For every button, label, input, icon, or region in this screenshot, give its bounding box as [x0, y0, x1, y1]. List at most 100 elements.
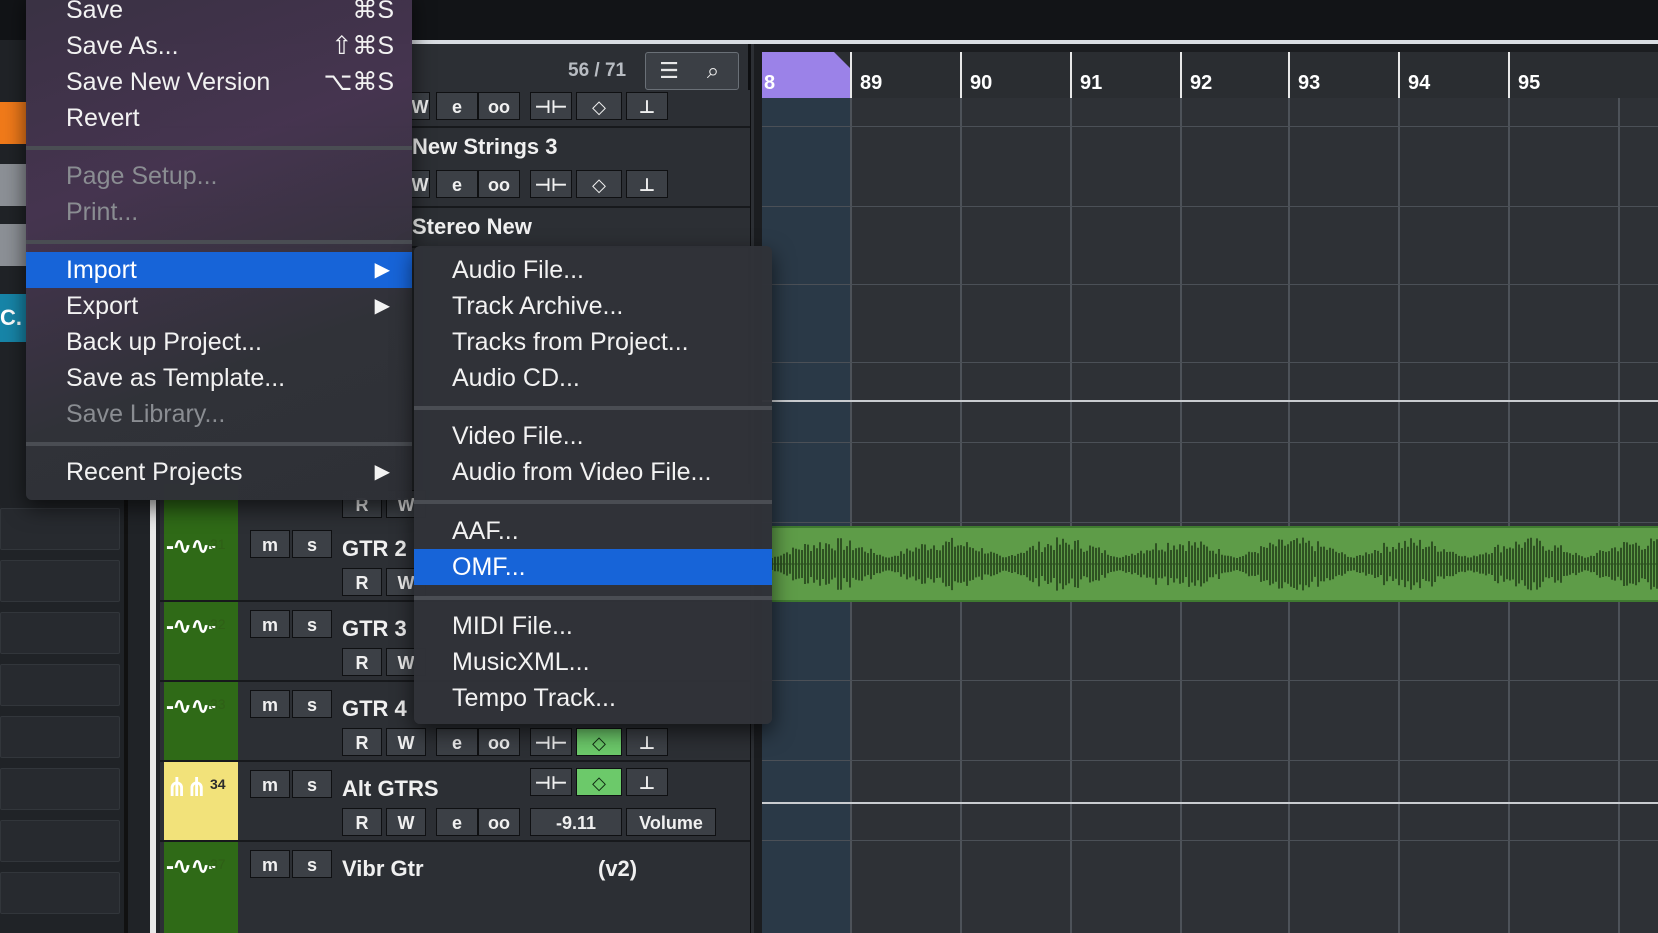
automation-next-icon[interactable]: ⊥	[626, 92, 668, 120]
track-name[interactable]: Alt GTRS	[342, 776, 439, 802]
track-number: 32	[210, 616, 226, 632]
read-button[interactable]: R	[342, 568, 382, 596]
mute-button[interactable]: m	[250, 690, 290, 718]
read-button[interactable]: R	[342, 728, 382, 756]
track-name[interactable]: GTR 2	[342, 536, 407, 562]
menu-item-omf[interactable]: OMF...	[414, 549, 772, 585]
submenu-arrow-icon: ▶	[374, 259, 390, 281]
menu-item-track-archive[interactable]: Track Archive...	[414, 288, 772, 324]
inspector-slot[interactable]	[0, 768, 120, 810]
inspector-slot[interactable]	[0, 612, 120, 654]
inspector-slot[interactable]	[0, 820, 120, 862]
menu-item-musicxml[interactable]: MusicXML...	[414, 644, 772, 680]
track-row[interactable]: -∿∿- 37 m s Vibr Gtr (v2)	[160, 842, 750, 933]
menu-item-audio-from-video-file[interactable]: Audio from Video File...	[414, 454, 772, 490]
menu-item-shortcut: ⌥⌘S	[323, 68, 394, 96]
mute-button[interactable]: m	[250, 530, 290, 558]
audio-event[interactable]	[772, 526, 1658, 602]
link-button[interactable]: oo	[478, 170, 520, 198]
automation-prev-icon[interactable]: ⊣⊢	[530, 92, 572, 120]
track-name[interactable]: GTR 3	[342, 616, 407, 642]
inspector-slot[interactable]	[0, 872, 120, 914]
solo-button[interactable]: s	[292, 610, 332, 638]
mute-button[interactable]: m	[250, 850, 290, 878]
menu-item-label: Export	[66, 292, 139, 320]
automation-value[interactable]: -9.11	[530, 808, 622, 836]
link-button[interactable]: oo	[478, 808, 520, 836]
edit-button[interactable]: e	[436, 92, 478, 120]
menu-item-aaf[interactable]: AAF...	[414, 513, 772, 549]
left-locator[interactable]	[762, 52, 852, 98]
inspector-slot[interactable]	[0, 716, 120, 758]
automation-add-icon[interactable]: ◇	[576, 728, 622, 756]
inspector-channel-tab[interactable]: C.	[0, 294, 28, 342]
menu-item-recent-projects[interactable]: Recent Projects ▶	[26, 454, 412, 490]
track-name[interactable]: GTR 4	[342, 696, 407, 722]
bar-line	[1288, 98, 1290, 933]
menu-item-tracks-from-project[interactable]: Tracks from Project...	[414, 324, 772, 360]
inspector-gray-tab-2[interactable]	[0, 224, 28, 266]
automation-prev-icon[interactable]: ⊣⊢	[530, 728, 572, 756]
submenu-arrow-icon: ▶	[374, 295, 390, 317]
solo-button[interactable]: s	[292, 850, 332, 878]
write-button[interactable]: W	[410, 170, 430, 198]
automation-parameter[interactable]: Volume	[626, 808, 716, 836]
track-row-selected[interactable]: ⋔⋔ 34 m s Alt GTRS ⊣⊢ ◇ ⊥ R W e oo -9.11…	[160, 762, 750, 842]
inspector-orange-tab[interactable]	[0, 102, 28, 144]
inspector-gray-tab[interactable]	[0, 164, 28, 206]
menu-item-tempo-track[interactable]: Tempo Track...	[414, 680, 772, 716]
automation-prev-icon[interactable]: ⊣⊢	[530, 170, 572, 198]
track-name[interactable]: Stereo New	[412, 214, 532, 240]
menu-item-video-file[interactable]: Video File...	[414, 418, 772, 454]
track-name[interactable]: Vibr Gtr	[342, 856, 424, 882]
menu-item-save-new-version[interactable]: Save New Version ⌥⌘S	[26, 64, 412, 100]
ruler-tick	[850, 52, 852, 98]
menu-item-revert[interactable]: Revert	[26, 100, 412, 136]
submenu-arrow-icon: ▶	[374, 461, 390, 483]
solo-button[interactable]: s	[292, 690, 332, 718]
read-button[interactable]: R	[342, 808, 382, 836]
mute-button[interactable]: m	[250, 610, 290, 638]
track-version: (v2)	[598, 856, 638, 881]
list-view-icon[interactable]: ☰	[648, 57, 690, 85]
write-button[interactable]: W	[386, 728, 426, 756]
track-number: 33	[210, 696, 226, 712]
solo-button[interactable]: s	[292, 530, 332, 558]
solo-button[interactable]: s	[292, 770, 332, 798]
menu-item-label: AAF...	[452, 517, 519, 545]
menu-item-import[interactable]: Import ▶	[26, 252, 412, 288]
menu-item-save[interactable]: Save ⌘S	[26, 0, 412, 28]
menu-item-save-as[interactable]: Save As... ⇧⌘S	[26, 28, 412, 64]
menu-item-save-as-template[interactable]: Save as Template...	[26, 360, 412, 396]
automation-next-icon[interactable]: ⊥	[626, 170, 668, 198]
track-name[interactable]: New Strings 3	[412, 134, 557, 160]
bar-line	[1180, 98, 1182, 933]
timeline-ruler[interactable]: 8 89 90 91 92 93 94 95	[762, 52, 1658, 98]
menu-item-back-up-project[interactable]: Back up Project...	[26, 324, 412, 360]
edit-button[interactable]: e	[436, 728, 478, 756]
edit-button[interactable]: e	[436, 170, 478, 198]
write-button[interactable]: W	[410, 92, 430, 120]
inspector-slot[interactable]	[0, 664, 120, 706]
inspector-slot[interactable]	[0, 508, 120, 550]
automation-next-icon[interactable]: ⊥	[626, 768, 668, 796]
write-button[interactable]: W	[386, 808, 426, 836]
automation-add-icon[interactable]: ◇	[576, 170, 622, 198]
automation-next-icon[interactable]: ⊥	[626, 728, 668, 756]
automation-add-icon[interactable]: ◇	[576, 768, 622, 796]
automation-prev-icon[interactable]: ⊣⊢	[530, 768, 572, 796]
read-button[interactable]: R	[342, 648, 382, 676]
menu-item-label: Audio from Video File...	[452, 458, 712, 486]
automation-add-icon[interactable]: ◇	[576, 92, 622, 120]
link-button[interactable]: oo	[478, 92, 520, 120]
menu-item-audio-file[interactable]: Audio File...	[414, 252, 772, 288]
edit-button[interactable]: e	[436, 808, 478, 836]
inspector-slot[interactable]	[0, 560, 120, 602]
menu-item-midi-file[interactable]: MIDI File...	[414, 608, 772, 644]
link-button[interactable]: oo	[478, 728, 520, 756]
search-icon[interactable]: ⌕	[692, 57, 734, 85]
menu-item-export[interactable]: Export ▶	[26, 288, 412, 324]
mute-button[interactable]: m	[250, 770, 290, 798]
arrange-window[interactable]	[762, 98, 1658, 933]
menu-item-audio-cd[interactable]: Audio CD...	[414, 360, 772, 396]
